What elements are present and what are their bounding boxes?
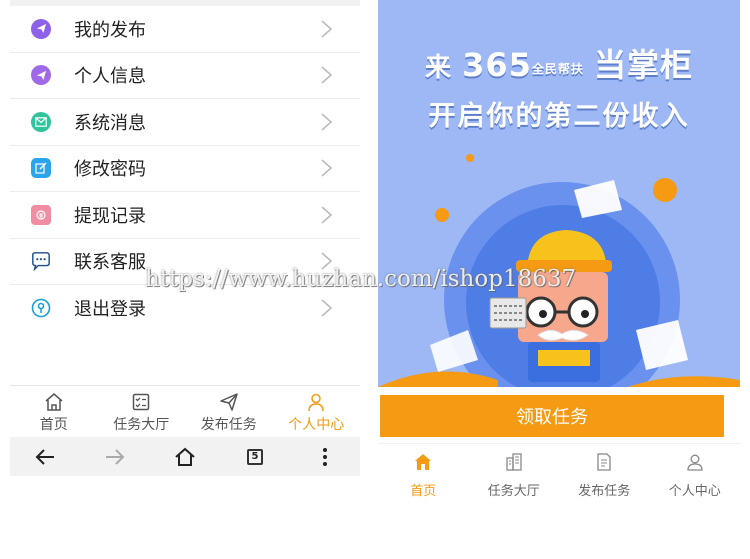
bottom-tab-bar: 首页 任务大厅 发布任务 个人中心 <box>378 443 740 514</box>
key-icon <box>31 298 51 318</box>
tab-task-hall[interactable]: 任务大厅 <box>98 386 186 438</box>
chevron-right-icon <box>321 159 333 177</box>
tab-label: 发布任务 <box>578 484 631 499</box>
send-icon <box>31 65 51 86</box>
bottom-tab-bar: 首页 任务大厅 发布任务 个人中心 <box>10 385 360 438</box>
forward-button[interactable] <box>80 437 150 476</box>
tab-label: 任务大厅 <box>113 417 170 433</box>
chevron-right-icon <box>321 299 333 317</box>
left-screen: 我的发布 个人信息 系统消息 修改密码 提现记录 联系客服 退出登录 首页 任务… <box>10 0 360 476</box>
banner-headline: 来 365全民帮扶 当掌柜 <box>378 40 740 86</box>
right-screen: 来 365全民帮扶 当掌柜 开启你的第二份收入 领取任务 首页 任务大厅 发布任… <box>378 0 740 559</box>
tab-label: 任务大厅 <box>487 484 540 499</box>
banner-small-text: 全民帮扶 <box>531 62 584 76</box>
edit-icon <box>31 158 51 179</box>
home-icon <box>45 393 63 411</box>
profile-menu: 我的发布 个人信息 系统消息 修改密码 提现记录 联系客服 退出登录 <box>10 6 360 332</box>
chevron-right-icon <box>321 206 333 224</box>
tab-personal-center[interactable]: 个人中心 <box>650 444 741 514</box>
chevron-right-icon <box>321 20 333 38</box>
menu-item-change-password[interactable]: 修改密码 <box>10 146 360 192</box>
browser-nav-bar: 5 <box>10 437 360 476</box>
building-icon <box>506 453 522 471</box>
menu-item-system-messages[interactable]: 系统消息 <box>10 99 360 146</box>
chat-icon <box>31 251 51 272</box>
tab-personal-center[interactable]: 个人中心 <box>273 386 361 438</box>
menu-item-logout[interactable]: 退出登录 <box>10 285 360 332</box>
tab-label: 个人中心 <box>288 417 345 433</box>
tab-label: 首页 <box>39 417 68 433</box>
tab-label: 首页 <box>410 484 437 499</box>
arrow-left-icon <box>35 448 54 465</box>
menu-item-label: 联系客服 <box>74 252 146 274</box>
back-button[interactable] <box>10 437 80 476</box>
wallet-icon <box>31 204 51 225</box>
menu-item-label: 我的发布 <box>74 19 146 41</box>
banner-number: 365 <box>462 46 532 84</box>
tab-publish-task[interactable]: 发布任务 <box>559 444 650 514</box>
claim-task-button[interactable]: 领取任务 <box>380 395 724 437</box>
tab-home[interactable]: 首页 <box>10 386 98 438</box>
user-icon <box>308 393 324 412</box>
promo-banner[interactable]: 来 365全民帮扶 当掌柜 开启你的第二份收入 <box>378 0 740 387</box>
more-menu-button[interactable] <box>290 437 360 476</box>
tab-label: 发布任务 <box>200 417 257 433</box>
document-icon <box>597 453 611 471</box>
home-icon <box>175 447 195 466</box>
chevron-right-icon <box>321 66 333 84</box>
tab-label: 个人中心 <box>668 484 721 499</box>
home-button[interactable] <box>150 437 220 476</box>
arrow-right-icon <box>106 448 125 465</box>
chevron-right-icon <box>321 252 333 270</box>
mail-icon <box>31 111 51 132</box>
banner-subheadline: 开启你的第二份收入 <box>428 101 690 132</box>
menu-item-label: 提现记录 <box>74 205 146 227</box>
task-list-icon <box>133 393 150 411</box>
banner-headline-part: 当掌柜 <box>593 46 693 84</box>
user-icon <box>687 454 703 471</box>
menu-item-label: 个人信息 <box>74 66 146 88</box>
tab-home[interactable]: 首页 <box>378 444 469 514</box>
banner-headline-part: 来 <box>425 53 453 83</box>
tabs-button[interactable]: 5 <box>220 437 290 476</box>
menu-item-contact-support[interactable]: 联系客服 <box>10 239 360 285</box>
tab-publish-task[interactable]: 发布任务 <box>185 386 273 438</box>
tab-task-hall[interactable]: 任务大厅 <box>469 444 560 514</box>
home-icon <box>415 454 432 470</box>
menu-item-label: 系统消息 <box>74 112 146 134</box>
more-vertical-icon <box>323 447 327 466</box>
send-icon <box>31 18 51 39</box>
menu-item-label: 退出登录 <box>74 299 146 321</box>
menu-item-personal-info[interactable]: 个人信息 <box>10 53 360 99</box>
menu-item-label: 修改密码 <box>74 159 146 181</box>
menu-item-withdraw-records[interactable]: 提现记录 <box>10 192 360 239</box>
tab-count: 5 <box>247 448 263 465</box>
menu-item-my-posts[interactable]: 我的发布 <box>10 6 360 53</box>
chevron-right-icon <box>321 113 333 131</box>
send-icon <box>220 393 238 411</box>
